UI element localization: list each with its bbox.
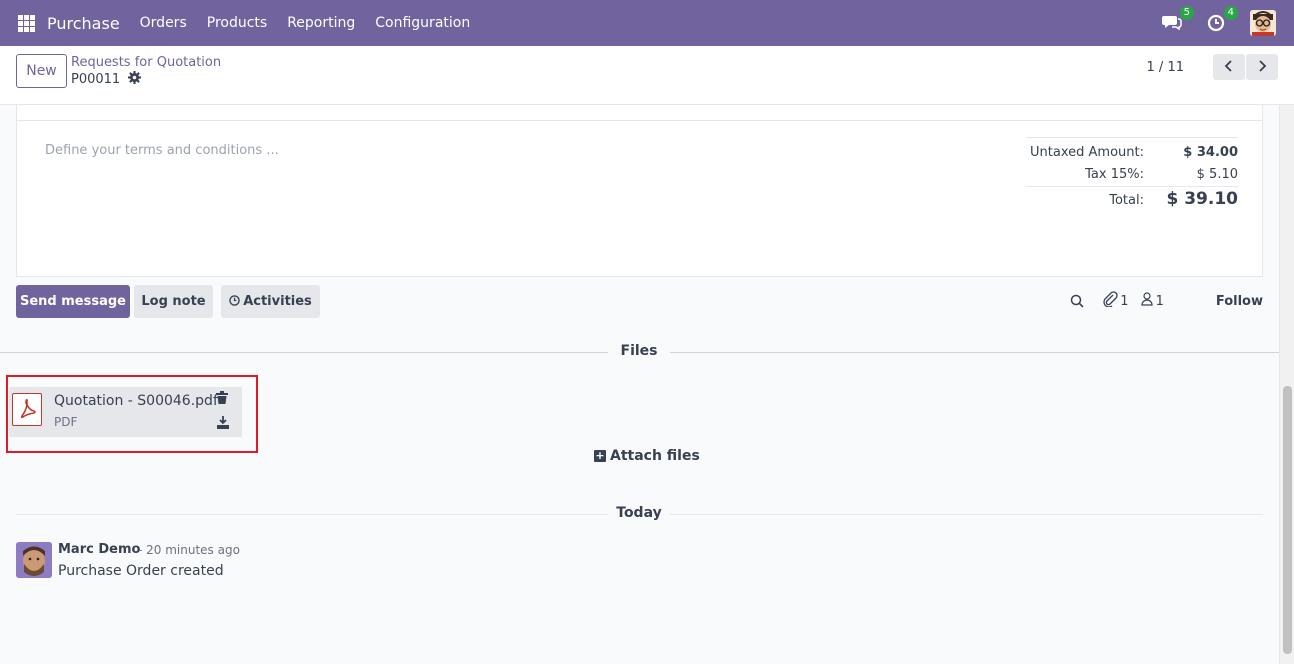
message-author[interactable]: Marc Demo bbox=[58, 542, 140, 557]
divider bbox=[17, 120, 1262, 121]
control-panel: New Requests for Quotation P00011 1 / 11 bbox=[0, 46, 1294, 105]
follower-icon bbox=[1140, 292, 1153, 310]
author-avatar[interactable] bbox=[16, 542, 52, 578]
plus-square-icon: + bbox=[594, 449, 606, 462]
message-time: - 20 minutes ago bbox=[138, 543, 240, 557]
attachment-card[interactable]: Quotation - S00046.pdf PDF bbox=[9, 387, 242, 437]
clock-icon[interactable]: 4 bbox=[1206, 6, 1238, 34]
top-navbar: Purchase Orders Products Reporting Confi… bbox=[0, 0, 1294, 46]
record-name: P00011 bbox=[71, 72, 121, 87]
attachments-count: 1 bbox=[1120, 293, 1129, 309]
paperclip-icon bbox=[1102, 291, 1118, 311]
attachment-type: PDF bbox=[54, 415, 78, 429]
attach-files-label: Attach files bbox=[610, 448, 700, 464]
total-row: Total: $ 39.10 bbox=[1026, 186, 1238, 209]
followers-toggle[interactable]: 1 bbox=[1140, 292, 1164, 310]
search-icon[interactable] bbox=[1070, 294, 1084, 308]
menu-products[interactable]: Products bbox=[197, 15, 277, 31]
files-heading: Files bbox=[620, 343, 658, 359]
pdf-icon bbox=[12, 393, 42, 426]
activities-button[interactable]: Activities bbox=[221, 285, 320, 318]
send-message-button[interactable]: Send message bbox=[16, 285, 130, 318]
attach-files-button[interactable]: + Attach files bbox=[594, 448, 700, 464]
messages-badge: 5 bbox=[1179, 6, 1194, 20]
menu-configuration[interactable]: Configuration bbox=[365, 15, 480, 31]
activities-label: Activities bbox=[243, 293, 312, 309]
files-divider-left bbox=[0, 352, 608, 353]
pager-value[interactable]: 1 / 11 bbox=[1147, 60, 1184, 75]
gear-icon[interactable] bbox=[128, 71, 142, 88]
form-scroll-area: Define your terms and conditions ... Unt… bbox=[0, 105, 1279, 664]
menu-reporting[interactable]: Reporting bbox=[277, 15, 365, 31]
total-value: $ 39.10 bbox=[1166, 189, 1238, 209]
untaxed-row: Untaxed Amount: $ 34.00 bbox=[1026, 145, 1238, 160]
files-divider-right bbox=[670, 352, 1279, 353]
tax-label: Tax 15%: bbox=[1085, 167, 1144, 182]
app-brand[interactable]: Purchase bbox=[47, 14, 120, 33]
today-divider-left bbox=[16, 514, 608, 515]
form-sheet: Define your terms and conditions ... Unt… bbox=[16, 105, 1263, 277]
breadcrumb[interactable]: Requests for Quotation bbox=[71, 55, 221, 70]
menu-orders[interactable]: Orders bbox=[130, 15, 197, 31]
untaxed-value: $ 34.00 bbox=[1183, 145, 1238, 160]
today-divider-right bbox=[670, 514, 1263, 515]
totals-block: Untaxed Amount: $ 34.00 Tax 15%: $ 5.10 … bbox=[1026, 137, 1238, 209]
scrollbar-thumb[interactable] bbox=[1283, 386, 1292, 654]
chat-icon[interactable]: 5 bbox=[1162, 6, 1194, 34]
user-avatar[interactable] bbox=[1250, 10, 1276, 36]
attachments-toggle[interactable]: 1 bbox=[1102, 291, 1129, 311]
download-icon[interactable] bbox=[216, 415, 232, 431]
chevron-left-icon[interactable] bbox=[1213, 54, 1245, 80]
clock-circle-icon bbox=[229, 294, 240, 310]
follow-button[interactable]: Follow bbox=[1216, 294, 1263, 309]
total-label: Total: bbox=[1109, 193, 1144, 208]
tax-row: Tax 15%: $ 5.10 bbox=[1026, 167, 1238, 182]
chatter-tools: 1 1 Follow bbox=[1056, 291, 1263, 311]
chevron-right-icon[interactable] bbox=[1246, 54, 1278, 80]
log-note-button[interactable]: Log note bbox=[134, 285, 213, 318]
followers-count: 1 bbox=[1155, 293, 1164, 309]
tax-value: $ 5.10 bbox=[1196, 167, 1238, 182]
message-body: Purchase Order created bbox=[58, 563, 224, 579]
untaxed-label: Untaxed Amount: bbox=[1030, 145, 1144, 160]
record-name-row: P00011 bbox=[71, 71, 142, 88]
terms-field[interactable]: Define your terms and conditions ... bbox=[45, 143, 279, 158]
activities-badge: 4 bbox=[1223, 6, 1238, 20]
trash-icon[interactable] bbox=[216, 391, 232, 407]
today-heading: Today bbox=[616, 505, 662, 521]
apps-icon[interactable] bbox=[18, 14, 35, 32]
attachment-name[interactable]: Quotation - S00046.pdf bbox=[54, 393, 218, 409]
new-button[interactable]: New bbox=[16, 54, 67, 88]
scrollbar[interactable] bbox=[1279, 105, 1294, 664]
